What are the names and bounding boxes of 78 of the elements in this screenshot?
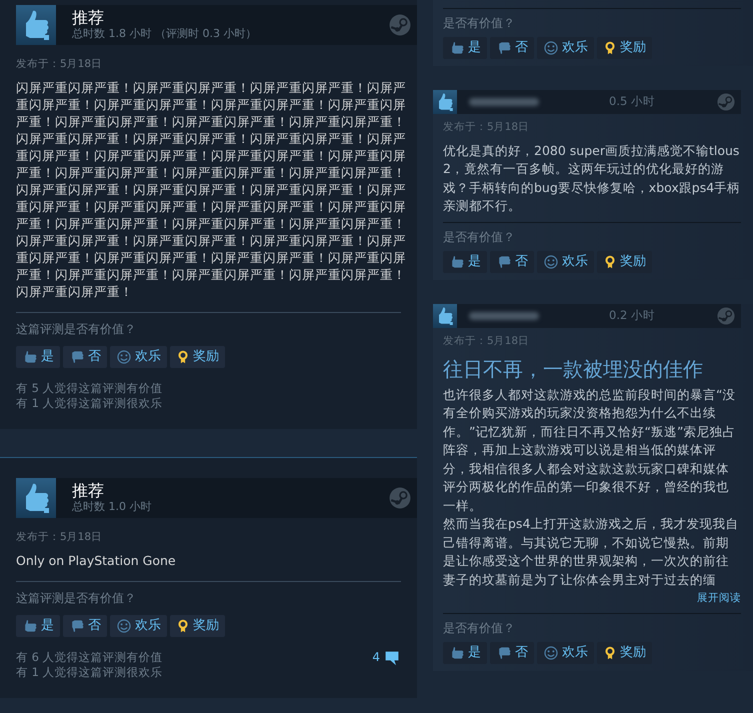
recommendation-label: 推荐	[72, 9, 105, 27]
blurred-name	[469, 98, 539, 106]
thumbs-up-icon	[449, 644, 465, 661]
helpful-count: 有 5 人觉得这篇评测有价值	[16, 380, 163, 396]
post-date: 发布于：5月18日	[16, 57, 104, 72]
vote-button[interactable]: 奖励	[170, 614, 225, 636]
round-logo-icon	[389, 486, 411, 509]
helpful-question: 是否有价值？	[443, 620, 516, 636]
thumbs-down-icon	[69, 348, 85, 365]
thumbs-up-icon	[433, 304, 457, 328]
review-title: 往日不再，一款被埋没的佳作	[443, 356, 704, 382]
review-text: 闪屏严重闪屏严重！闪屏严重闪屏严重！闪屏严重闪屏严重！闪屏严重闪屏严重！闪屏严重闪屏严重！闪屏严重闪屏严重！闪屏严重闪屏严重！闪屏严重闪屏严重！闪屏严重闪屏严重！闪屏严重闪屏严重！闪屏严重闪屏严重！闪屏严重闪屏严重！闪屏严重闪屏严重！闪屏严重闪屏严重！闪屏严重闪屏严重！闪屏严重闪屏严重！闪屏严重闪屏严重！闪屏严重闪屏严重！闪屏严重闪屏严重！闪屏严重闪屏严重！闪屏严重闪屏严重！闪屏严重闪屏严重！闪屏严重闪屏严重！闪屏严重闪屏严重！闪屏严重闪屏严重！闪屏严重闪屏严重！闪屏严重闪屏严重！闪屏严重闪屏严重！闪屏严重闪屏严重！闪屏严重闪屏严重！闪屏严重闪屏严重！闪屏严重闪屏严重！闪屏严重闪屏严重！闪屏严重闪屏严重！闪屏严重闪屏严重！闪屏严重闪屏严重！闪屏严重闪屏严重！闪屏严重闪屏严重！闪屏严重闪屏严重！闪屏严重闪屏严重！闪屏严重闪屏严重！	[16, 78, 407, 300]
vote-button[interactable]: 欢乐	[537, 37, 594, 59]
vote-button[interactable]: 是	[443, 642, 487, 664]
vote-button[interactable]: 奖励	[597, 37, 652, 59]
vote-button[interactable]: 否	[490, 37, 534, 59]
thumbs-up-icon	[433, 90, 457, 114]
helpful-count: 有 1 人觉得这篇评测很欢乐	[16, 664, 163, 680]
thumbs-up-icon	[16, 478, 56, 518]
thumbs-up-icon	[449, 254, 465, 270]
award-icon	[603, 40, 617, 56]
round-logo-icon	[389, 14, 411, 36]
vote-button[interactable]: 奖励	[597, 642, 652, 664]
thumbs-up-icon	[449, 40, 465, 56]
vote-button[interactable]: 否	[63, 346, 107, 368]
review-text: 然而当我在ps4上打开这款游戏之后，我才发现我自己错得离谱。与其说它无聊，不如说它慢热。前期是让你感受这个世界的世界观架构，一次次的前往妻子的坟墓前是为了让你体会男主对于过去的缅	[443, 515, 740, 588]
smiley-icon	[543, 644, 559, 661]
vote-button[interactable]: 是	[16, 614, 60, 636]
recommendation-label: 推荐	[72, 482, 105, 500]
smiley-icon	[543, 254, 559, 270]
thumbs-up-icon	[22, 618, 38, 634]
smiley-icon	[116, 618, 132, 634]
award-icon	[603, 254, 617, 270]
award-icon	[176, 618, 190, 634]
review-text: 也许很多人都对这款游戏的总监前段时间的暴言“没有全价购买游戏的玩家没资格抱怨为什么不出续作。”记忆犹新，而往日不再又恰好“叛逃”索尼独占阵容，再加上这款游戏可以说是相当低的媒体评分，我相信很多人都会对这款这款玩家口碑和媒体评分两极化的作品的第一印象很不好，曾经的我也一样。	[443, 386, 736, 514]
smiley-icon	[543, 40, 559, 56]
thumbs-down-icon	[496, 644, 512, 661]
comment-count[interactable]: 4	[372, 650, 401, 666]
round-logo-icon	[717, 93, 735, 111]
post-date: 发布于：5月18日	[16, 530, 104, 545]
vote-button[interactable]: 欢乐	[110, 614, 167, 636]
blurred-name	[469, 312, 539, 320]
thumbs-down-icon	[496, 254, 512, 270]
vote-button[interactable]: 是	[443, 250, 487, 273]
vote-button[interactable]: 奖励	[170, 346, 225, 368]
read-more-link[interactable]: 展开阅读	[443, 591, 741, 607]
award-icon	[603, 644, 617, 661]
vote-button[interactable]: 欢乐	[537, 250, 594, 273]
post-date: 发布于：5月18日	[443, 120, 530, 135]
vote-button[interactable]: 奖励	[597, 250, 652, 273]
helpful-count: 有 1 人觉得这篇评测很欢乐	[16, 396, 163, 411]
helpful-question: 是否有价值？	[443, 16, 516, 31]
vote-button[interactable]: 是	[443, 37, 487, 59]
helpful-question: 这篇评测是否有价值？	[16, 590, 137, 606]
thumbs-down-icon	[69, 618, 85, 634]
review-text: 优化是真的好，2080 super画质拉满感觉不输tlous2，竟然有一百多帧。这两年玩过的优化最好的游戏？手柄转向的bug要尽快修复哈，xbox跟ps4手柄亲测都不行。	[443, 142, 741, 216]
helpful-question: 这篇评测是否有价值？	[16, 322, 137, 337]
vote-button[interactable]: 欢乐	[537, 642, 594, 664]
helpful-question: 是否有价值？	[443, 230, 516, 245]
speech-bubble-icon	[383, 650, 401, 666]
post-date: 发布于：5月18日	[443, 334, 530, 349]
hours-played: 0.2 小时	[609, 307, 655, 324]
vote-button[interactable]: 否	[63, 614, 107, 636]
thumbs-up-icon	[22, 348, 38, 365]
vote-button[interactable]: 否	[490, 250, 534, 273]
hours-played: 0.5 小时	[609, 93, 655, 110]
helpful-count: 有 6 人觉得这篇评测有价值	[16, 650, 163, 664]
hours-played: 总时数 1.0 小时	[72, 500, 152, 514]
vote-button[interactable]: 欢乐	[110, 346, 167, 368]
thumbs-down-icon	[496, 40, 512, 56]
smiley-icon	[116, 348, 132, 365]
award-icon	[176, 348, 190, 365]
review-text: Only on PlayStation Gone	[16, 552, 177, 568]
vote-button[interactable]: 是	[16, 346, 60, 368]
thumbs-up-icon	[16, 5, 56, 45]
hours-played: 总时数 1.8 小时 （评测时 0.3 小时）	[72, 27, 256, 41]
vote-button[interactable]: 否	[490, 642, 534, 664]
round-logo-icon	[717, 306, 735, 325]
